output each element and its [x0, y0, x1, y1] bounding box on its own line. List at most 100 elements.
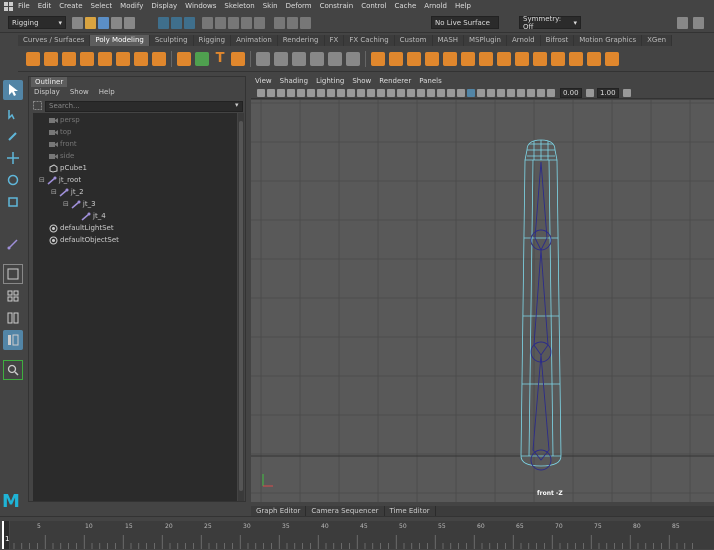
center-pivot-icon[interactable] — [328, 51, 342, 66]
paint-select-tool[interactable] — [3, 126, 23, 146]
channel-box-icon[interactable] — [693, 17, 704, 29]
outliner-node-jt-4[interactable]: jt_4 — [81, 211, 106, 221]
menu-arnold[interactable]: Arnold — [420, 0, 451, 13]
svg-tool-icon[interactable] — [231, 51, 245, 66]
viewport-menu-show[interactable]: Show — [348, 76, 375, 87]
poly-cylinder-icon[interactable] — [62, 51, 76, 66]
outliner-menu-display[interactable]: Display — [29, 87, 65, 98]
single-pane-layout[interactable] — [3, 264, 23, 284]
menu-deform[interactable]: Deform — [282, 0, 316, 13]
grid-icon[interactable] — [327, 88, 335, 97]
select-camera-icon[interactable] — [257, 88, 265, 97]
gamma-field[interactable]: 1.00 — [597, 87, 619, 98]
tab-sculpting[interactable]: Sculpting — [149, 35, 194, 46]
poly-disc-icon[interactable] — [134, 51, 148, 66]
mirror-icon[interactable] — [310, 51, 324, 66]
attribute-editor-icon[interactable] — [677, 17, 688, 29]
outliner-scrollbar[interactable] — [238, 113, 244, 501]
shadows-icon[interactable] — [457, 88, 465, 97]
film-gate-icon[interactable] — [337, 88, 345, 97]
new-scene-icon[interactable] — [72, 16, 83, 29]
live-surface-field[interactable]: No Live Surface — [431, 16, 499, 29]
poke-icon[interactable] — [551, 51, 565, 66]
outliner-title[interactable]: Outliner — [31, 77, 68, 87]
time-slider-track[interactable]: 5 10 15 20 25 30 35 40 45 50 55 60 65 70… — [10, 521, 714, 549]
multi-cut-icon[interactable] — [461, 51, 475, 66]
bridge-icon[interactable] — [389, 51, 403, 66]
collapse-icon[interactable]: ⊟ — [51, 187, 57, 197]
time-slider[interactable]: 5 10 15 20 25 30 35 40 45 50 55 60 65 70… — [0, 516, 714, 550]
tab-custom[interactable]: Custom — [394, 35, 433, 46]
gamma-icon[interactable] — [586, 88, 594, 97]
zoom-tool[interactable] — [3, 360, 23, 380]
quad-draw-icon[interactable] — [497, 51, 511, 66]
poly-plane-icon[interactable] — [116, 51, 130, 66]
bevel-icon[interactable] — [407, 51, 421, 66]
tab-rigging[interactable]: Rigging — [193, 35, 232, 46]
extrude-icon[interactable] — [371, 51, 385, 66]
move-tool[interactable] — [3, 148, 23, 168]
outliner-node-top[interactable]: top — [49, 127, 71, 137]
exposure-icon[interactable] — [547, 88, 555, 97]
tab-fx-caching[interactable]: FX Caching — [344, 35, 395, 46]
select-component-icon[interactable] — [184, 16, 195, 29]
tab-curves-surfaces[interactable]: Curves / Surfaces — [18, 35, 91, 46]
image-plane-icon[interactable] — [287, 88, 295, 97]
safe-title-icon[interactable] — [387, 88, 395, 97]
snap-grid-icon[interactable] — [202, 16, 213, 29]
tab-fx[interactable]: FX — [324, 35, 345, 46]
outliner-menu-help[interactable]: Help — [94, 87, 120, 98]
menu-help[interactable]: Help — [451, 0, 475, 13]
gate-mask-icon[interactable] — [357, 88, 365, 97]
select-tool[interactable] — [3, 80, 23, 100]
exposure-field[interactable]: 0.00 — [560, 87, 582, 98]
outliner-node-jt-2[interactable]: ⊟ jt_2 — [51, 187, 84, 197]
field-chart-icon[interactable] — [367, 88, 375, 97]
target-weld-icon[interactable] — [479, 51, 493, 66]
type-tool-icon[interactable]: T — [213, 51, 227, 66]
snap-point-icon[interactable] — [228, 16, 239, 29]
filter-icon[interactable] — [33, 101, 43, 111]
lasso-tool[interactable] — [3, 104, 23, 124]
tab-mash[interactable]: MASH — [432, 35, 465, 46]
two-pane-layout[interactable] — [3, 308, 23, 328]
2d-pan-zoom-icon[interactable] — [317, 88, 325, 97]
color-management-icon[interactable] — [623, 88, 631, 97]
hotbox-icon[interactable] — [2, 0, 14, 13]
circularize-icon[interactable] — [587, 51, 601, 66]
outliner-layout[interactable] — [3, 330, 23, 350]
menu-constrain[interactable]: Constrain — [316, 0, 358, 13]
scrollbar-thumb[interactable] — [239, 121, 243, 491]
outliner-node-defaultlightset[interactable]: defaultLightSet — [49, 223, 114, 233]
smooth-shade-icon[interactable] — [407, 88, 415, 97]
current-frame-marker[interactable]: 1 — [2, 521, 9, 549]
outliner-node-pcube1[interactable]: pCube1 — [49, 163, 87, 173]
menuset-dropdown[interactable]: Rigging ▾ — [8, 16, 66, 29]
platonic-solid-icon[interactable] — [152, 51, 166, 66]
wireframe-icon[interactable] — [397, 88, 405, 97]
tab-msplugin[interactable]: MSPlugin — [464, 35, 507, 46]
menu-display[interactable]: Display — [147, 0, 181, 13]
tab-poly-modeling[interactable]: Poly Modeling — [90, 35, 150, 46]
outliner-node-jt-3[interactable]: ⊟ jt_3 — [63, 199, 96, 209]
xray-joints-icon[interactable] — [477, 88, 485, 97]
viewport-front[interactable]: front -Z — [251, 100, 714, 502]
outliner-node-jt-root[interactable]: ⊟ jt_root — [39, 175, 81, 185]
triangulate-icon[interactable] — [605, 51, 619, 66]
render-icon[interactable] — [274, 16, 285, 29]
select-object-icon[interactable] — [171, 16, 182, 29]
viewport-menu-panels[interactable]: Panels — [415, 76, 446, 87]
tab-animation[interactable]: Animation — [231, 35, 278, 46]
wedge-icon[interactable] — [569, 51, 583, 66]
append-polygon-icon[interactable] — [443, 51, 457, 66]
menu-cache[interactable]: Cache — [391, 0, 421, 13]
menu-skeleton[interactable]: Skeleton — [220, 0, 258, 13]
collapse-icon[interactable]: ⊟ — [63, 199, 69, 209]
menu-edit[interactable]: Edit — [34, 0, 56, 13]
ipr-render-icon[interactable] — [287, 16, 298, 29]
snap-curve-icon[interactable] — [215, 16, 226, 29]
tab-motion-graphics[interactable]: Motion Graphics — [574, 35, 643, 46]
tab-bifrost[interactable]: Bifrost — [540, 35, 575, 46]
outliner-node-side[interactable]: side — [49, 151, 74, 161]
menu-create[interactable]: Create — [55, 0, 86, 13]
